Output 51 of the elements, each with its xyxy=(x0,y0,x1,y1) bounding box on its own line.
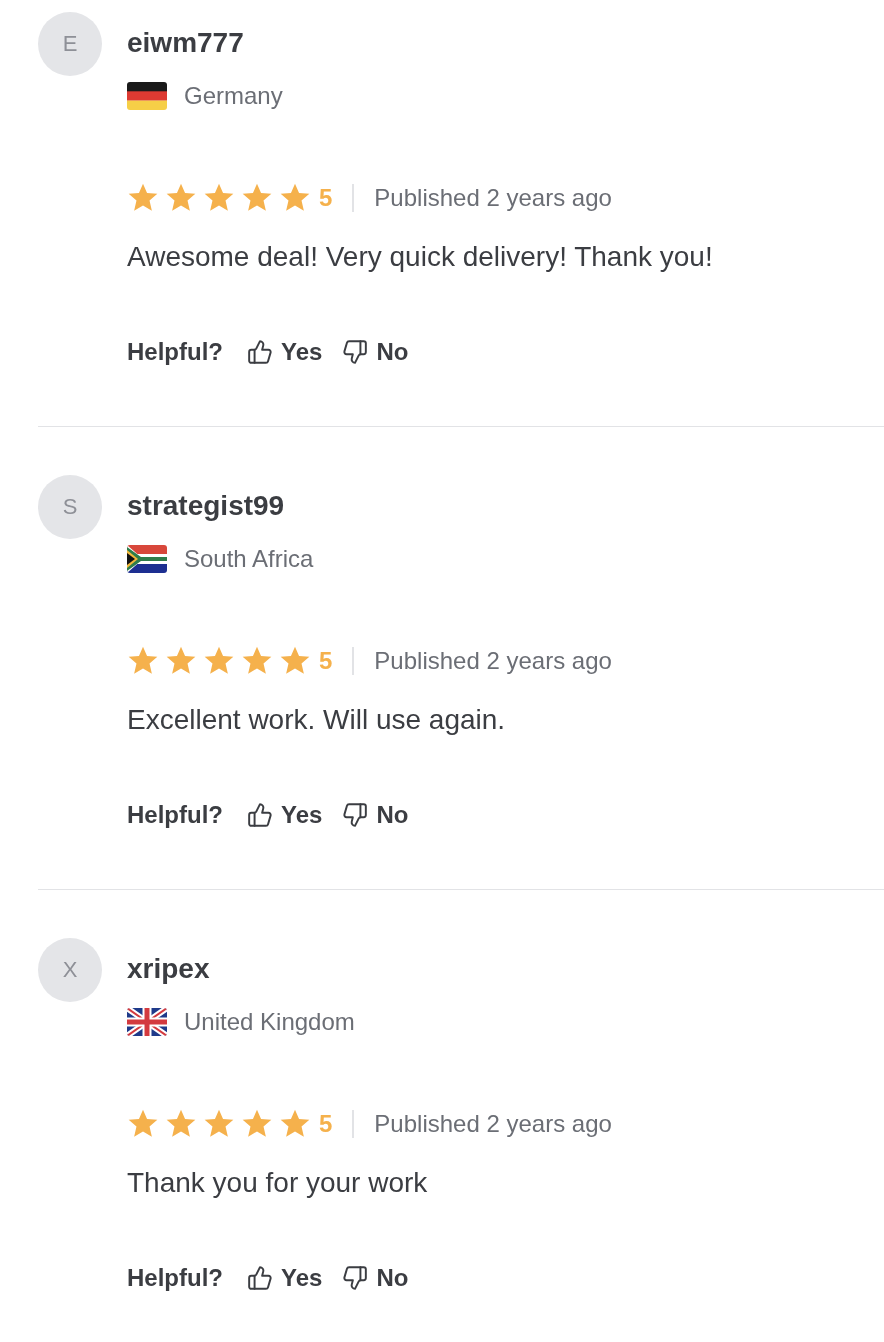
reviewer-name: strategist99 xyxy=(127,489,286,523)
avatar: X xyxy=(38,938,102,1002)
no-button[interactable]: No xyxy=(342,1264,409,1292)
review-text: Excellent work. Will use again. xyxy=(127,703,507,737)
helpful-label: Helpful? xyxy=(127,1264,223,1292)
star-icon xyxy=(279,1109,311,1139)
star-icon xyxy=(165,183,197,213)
yes-button[interactable]: Yes xyxy=(247,801,323,829)
yes-button[interactable]: Yes xyxy=(247,1264,323,1292)
reviewer-name: xripex xyxy=(127,952,211,986)
star-icon xyxy=(279,183,311,213)
star-icon xyxy=(241,1109,273,1139)
yes-button[interactable]: Yes xyxy=(247,338,323,366)
flag-icon xyxy=(127,1008,167,1036)
avatar: S xyxy=(38,475,102,539)
star-icon xyxy=(165,646,197,676)
rating-value: 5 xyxy=(319,647,333,675)
flag-icon xyxy=(127,545,167,573)
no-button[interactable]: No xyxy=(342,801,409,829)
rating-value: 5 xyxy=(319,1110,333,1138)
published-date: Published 2 years ago xyxy=(374,1110,612,1138)
star-icon xyxy=(127,1109,159,1139)
country-name: South Africa xyxy=(184,545,314,573)
rating-value: 5 xyxy=(319,184,333,212)
thumbs-down-icon xyxy=(342,802,369,828)
reviewer-name: eiwm777 xyxy=(127,26,245,60)
thumbs-down-icon xyxy=(342,1265,369,1291)
star-icon xyxy=(203,646,235,676)
helpful-label: Helpful? xyxy=(127,338,223,366)
thumbs-up-icon xyxy=(247,802,273,828)
published-date: Published 2 years ago xyxy=(374,184,612,212)
star-icon xyxy=(127,183,159,213)
country-name: Germany xyxy=(184,82,283,110)
published-date: Published 2 years ago xyxy=(374,647,612,675)
star-icon xyxy=(203,1109,235,1139)
thumbs-down-icon xyxy=(342,339,369,365)
helpful-label: Helpful? xyxy=(127,801,223,829)
thumbs-up-icon xyxy=(247,339,273,365)
review-text: Thank you for your work xyxy=(127,1166,429,1200)
no-button[interactable]: No xyxy=(342,338,409,366)
review-text: Awesome deal! Very quick delivery! Thank you! xyxy=(127,240,713,274)
flag-icon xyxy=(127,82,167,110)
star-icon xyxy=(241,183,273,213)
star-icon xyxy=(279,646,311,676)
star-icon xyxy=(241,646,273,676)
avatar: E xyxy=(38,12,102,76)
star-icon xyxy=(203,183,235,213)
thumbs-up-icon xyxy=(247,1265,273,1291)
star-icon xyxy=(127,646,159,676)
star-icon xyxy=(165,1109,197,1139)
country-name: United Kingdom xyxy=(184,1008,355,1036)
